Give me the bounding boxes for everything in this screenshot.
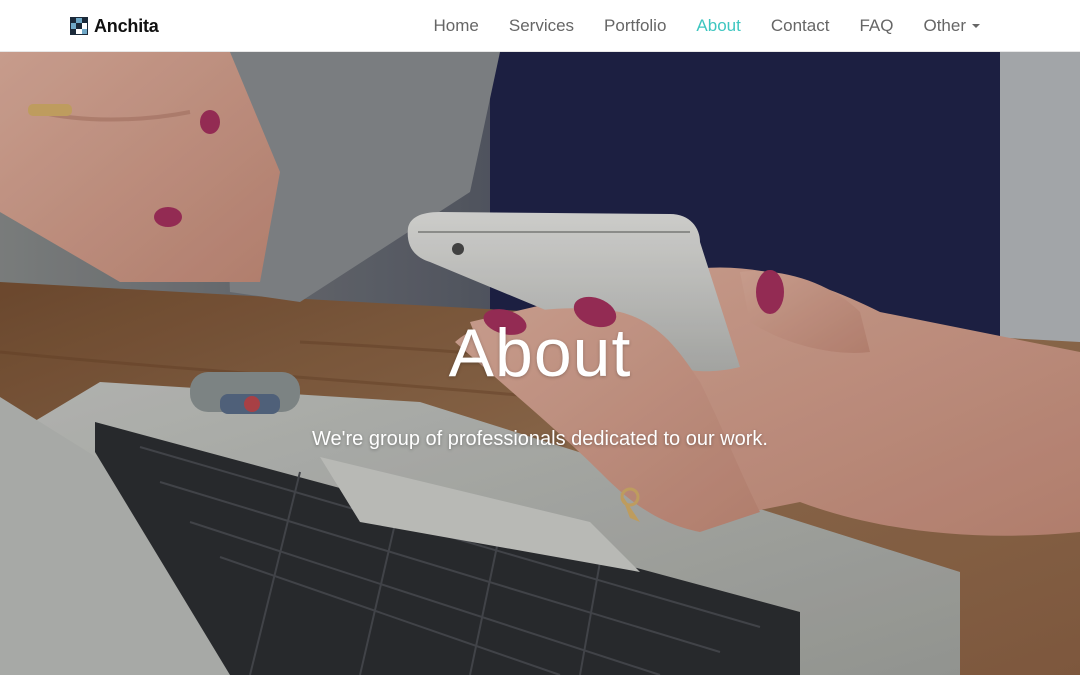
anchita-logo-icon [70, 17, 88, 35]
nav-item-other[interactable]: Other [923, 16, 980, 36]
nav-item-home[interactable]: Home [434, 16, 479, 36]
brand-name: Anchita [94, 15, 159, 36]
nav-item-contact[interactable]: Contact [771, 16, 830, 36]
top-navbar: Anchita Home Services Portfolio About Co… [0, 0, 1080, 52]
nav-item-portfolio[interactable]: Portfolio [604, 16, 666, 36]
nav-item-services[interactable]: Services [509, 16, 574, 36]
main-nav: Home Services Portfolio About Contact FA… [404, 0, 980, 52]
page-title: About [448, 315, 632, 391]
nav-item-faq[interactable]: FAQ [859, 16, 893, 36]
nav-item-about[interactable]: About [696, 16, 740, 36]
hero-section: About We're group of professionals dedic… [0, 52, 1080, 675]
nav-item-other-label: Other [923, 16, 966, 35]
caret-down-icon [972, 24, 980, 28]
page-subtitle: We're group of professionals dedicated t… [312, 428, 768, 450]
brand-link[interactable]: Anchita [70, 14, 159, 38]
